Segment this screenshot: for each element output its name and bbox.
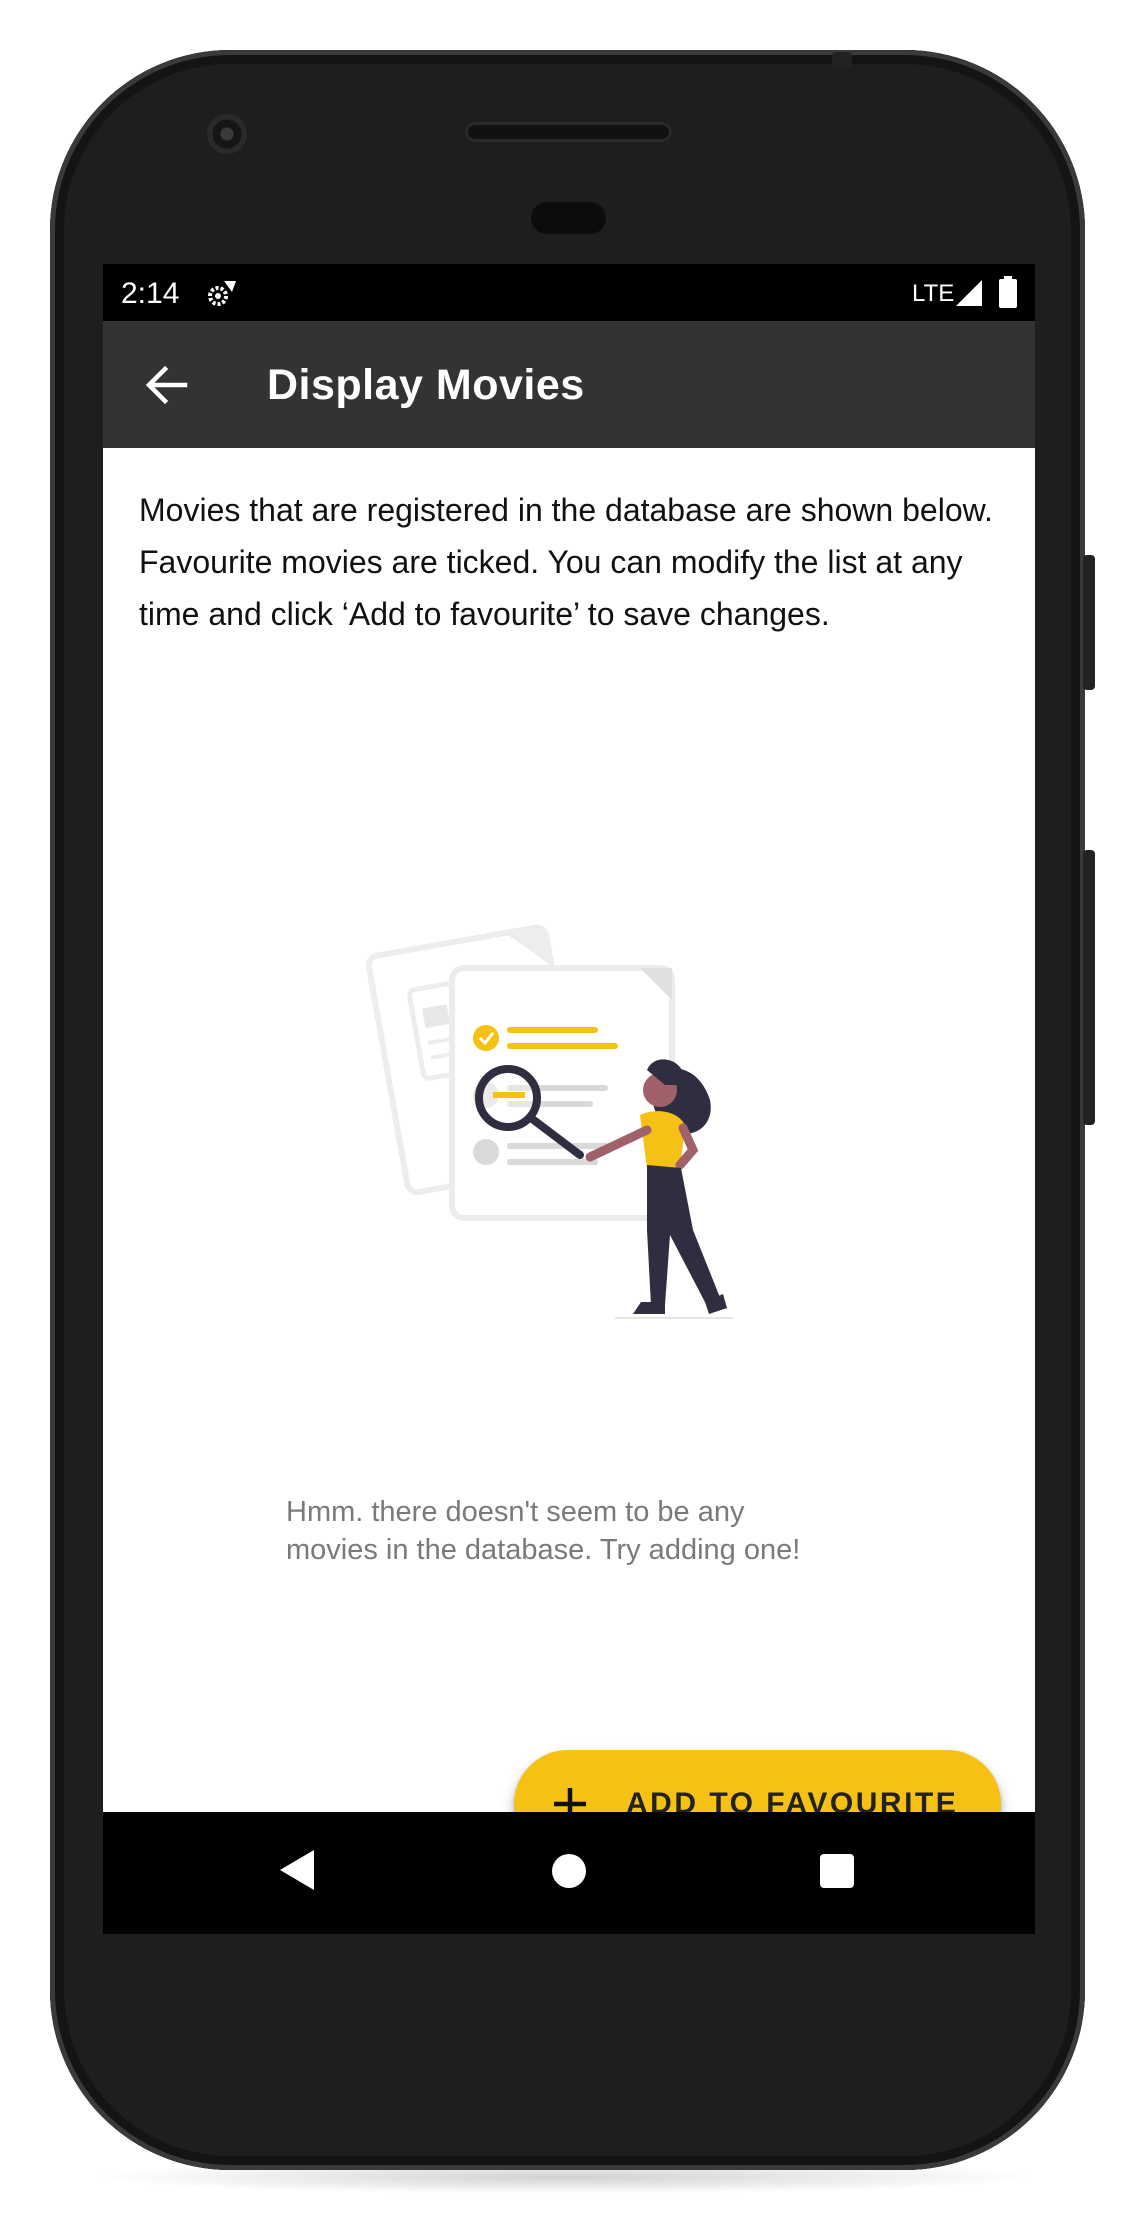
arrow-left-icon[interactable]	[145, 363, 189, 407]
settings-gear-icon	[208, 281, 236, 306]
signal-icon	[956, 280, 982, 306]
empty-state-illustration	[365, 924, 733, 1319]
status-time: 2:14	[121, 277, 180, 310]
front-camera	[207, 114, 247, 154]
nav-back-icon[interactable]	[278, 1848, 318, 1892]
screen: 2:14 LTE Display Movies Movies that are …	[103, 264, 1035, 1934]
navigation-bar	[103, 1812, 1035, 1934]
earpiece-speaker	[465, 122, 672, 142]
nav-home-icon[interactable]	[552, 1854, 586, 1888]
network-type: LTE	[912, 280, 955, 307]
proximity-sensor	[531, 202, 606, 234]
intro-text: Movies that are registered in the databa…	[139, 492, 993, 632]
power-button	[1083, 555, 1095, 690]
empty-state-line-1: Hmm. there doesn't seem to be any	[286, 1496, 745, 1528]
nav-recents-icon[interactable]	[820, 1854, 854, 1888]
battery-icon	[999, 276, 1017, 308]
app-bar: Display Movies	[103, 321, 1035, 448]
empty-state-message: Hmm. there doesn't seem to be any movies…	[286, 1493, 886, 1569]
empty-state-line-2: movies in the database. Try adding one!	[286, 1534, 801, 1566]
status-bar: 2:14 LTE	[103, 264, 1035, 321]
top-button	[832, 52, 852, 68]
content-area: Movies that are registered in the databa…	[103, 448, 1035, 1812]
volume-button	[1083, 850, 1095, 1125]
page-title: Display Movies	[267, 361, 585, 409]
